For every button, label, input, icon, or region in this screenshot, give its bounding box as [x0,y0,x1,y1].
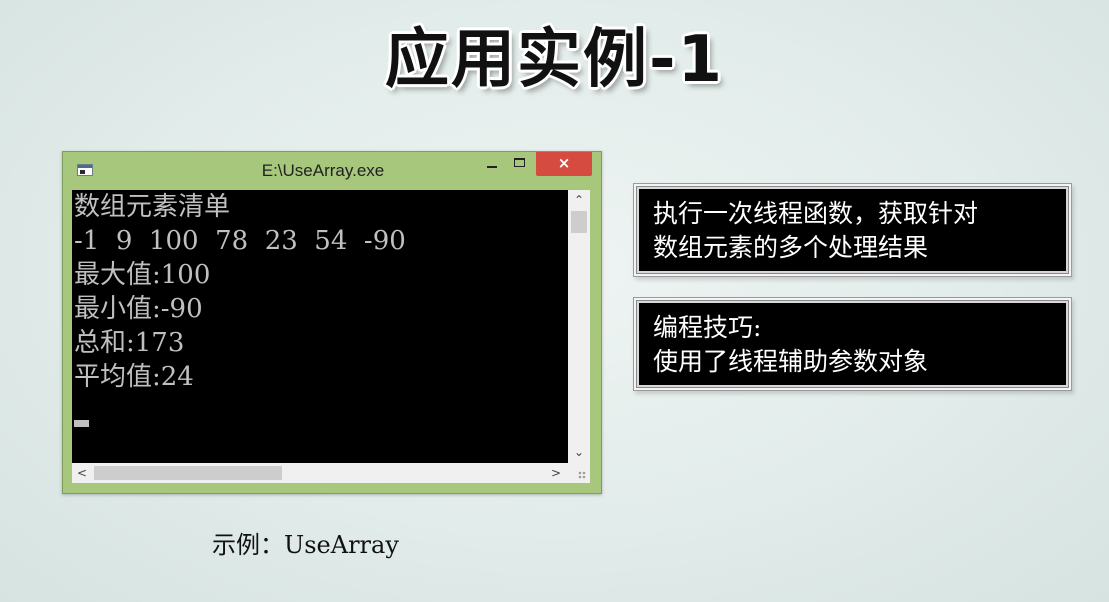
horizontal-scroll-thumb[interactable] [94,466,282,480]
console-line-values: -1 9 100 78 23 54 -90 [74,226,406,256]
maximize-icon [514,158,525,167]
note-line: 编程技巧: [653,313,762,342]
maximize-button[interactable] [507,152,533,176]
console-line-min: 最小值:-90 [74,294,203,324]
note-box-tip: 编程技巧: 使用了线程辅助参数对象 [636,300,1069,388]
close-icon: × [557,154,571,172]
console-line-title: 数组元素清单 [74,192,231,222]
console-window[interactable]: E:\UseArray.exe × 数组元素清单 -1 9 100 78 23 … [62,151,602,494]
console-cursor [74,420,89,427]
slide-title: 应用实例-1 [384,23,725,97]
minimize-button[interactable] [479,152,505,176]
console-app-icon[interactable] [77,164,93,176]
note-box-execution: 执行一次线程函数，获取针对 数组元素的多个处理结果 [636,186,1069,274]
console-output[interactable]: 数组元素清单 -1 9 100 78 23 54 -90 最大值:100 最小值… [72,190,568,463]
minimize-icon [487,166,497,168]
scroll-left-icon[interactable]: < [72,463,92,483]
note-line: 执行一次线程函数，获取针对 [653,199,979,228]
horizontal-scrollbar[interactable]: < > [72,463,568,483]
example-caption: 示例：UseArray [212,531,399,559]
window-titlebar[interactable]: E:\UseArray.exe × [63,152,601,190]
vertical-scrollbar[interactable]: ⌃ ⌄ [568,190,590,463]
resize-grip-icon[interactable] [568,463,590,483]
console-line-max: 最大值:100 [74,260,211,290]
window-title: E:\UseArray.exe [261,161,385,180]
scroll-down-icon[interactable]: ⌄ [568,442,590,462]
vertical-scroll-thumb[interactable] [571,211,587,233]
note-line: 数组元素的多个处理结果 [653,233,929,262]
scroll-up-icon[interactable]: ⌃ [568,190,590,210]
console-line-sum: 总和:173 [74,328,185,358]
scroll-right-icon[interactable]: > [546,463,566,483]
note-line: 使用了线程辅助参数对象 [653,347,929,376]
console-line-average: 平均值:24 [74,362,194,392]
close-button[interactable]: × [536,152,592,176]
